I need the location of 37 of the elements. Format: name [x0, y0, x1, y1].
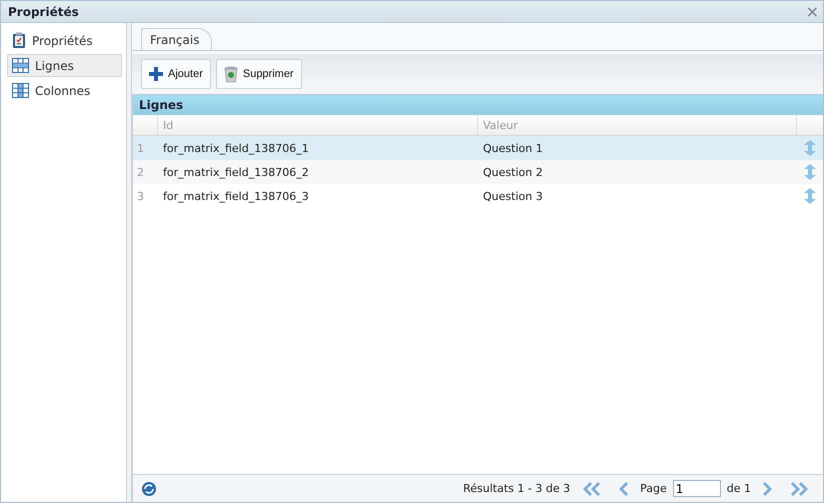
last-page-icon[interactable]: [791, 480, 809, 496]
drag-handle-icon[interactable]: [804, 140, 816, 156]
page-label: Page: [640, 482, 667, 495]
grid-title: Lignes: [133, 95, 823, 115]
results-summary: Résultats 1 - 3 de 3: [463, 482, 570, 495]
add-button[interactable]: Ajouter: [141, 59, 211, 89]
row-number: 1: [136, 142, 145, 154]
first-page-icon[interactable]: [582, 480, 600, 496]
table-cell-text: for_matrix_field_138706_3: [162, 190, 310, 202]
next-page-icon[interactable]: [763, 480, 773, 496]
delete-button[interactable]: Supprimer: [216, 59, 302, 89]
grid-row[interactable]: 2 for_matrix_field_138706_2 Question 2: [133, 160, 823, 184]
plus-icon: [149, 67, 163, 81]
grid-row[interactable]: 3 for_matrix_field_138706_3 Question 3: [133, 184, 823, 208]
table-rows-icon: [12, 58, 29, 73]
previous-page-icon[interactable]: [618, 480, 628, 496]
row-number: 2: [136, 166, 145, 178]
table-cell-text: Question 1: [482, 142, 544, 154]
table-columns-icon: [12, 83, 29, 98]
drag-handle-icon[interactable]: [804, 188, 816, 204]
window-title: Propriétés: [8, 4, 79, 18]
sidebar-item[interactable]: Colonnes: [7, 79, 122, 102]
drag-handle-icon[interactable]: [804, 164, 816, 180]
table-cell-text: for_matrix_field_138706_2: [162, 166, 310, 178]
page-count: de 1: [726, 482, 751, 495]
sidebar-item[interactable]: Lignes: [7, 54, 122, 77]
clipboard-icon: [12, 32, 26, 49]
trash-icon: [224, 66, 238, 82]
row-number: 3: [136, 190, 145, 202]
refresh-icon[interactable]: [141, 480, 157, 496]
grid-row[interactable]: 1 for_matrix_field_138706_1 Question 1: [133, 136, 823, 160]
language-tab[interactable]: Français: [141, 28, 212, 50]
table-cell-text: Question 2: [482, 166, 544, 178]
page-input[interactable]: 1: [672, 480, 721, 497]
table-cell-text: Question 3: [482, 190, 544, 202]
table-cell-text: for_matrix_field_138706_1: [162, 142, 310, 154]
sidebar-item[interactable]: Propriétés: [7, 29, 122, 52]
